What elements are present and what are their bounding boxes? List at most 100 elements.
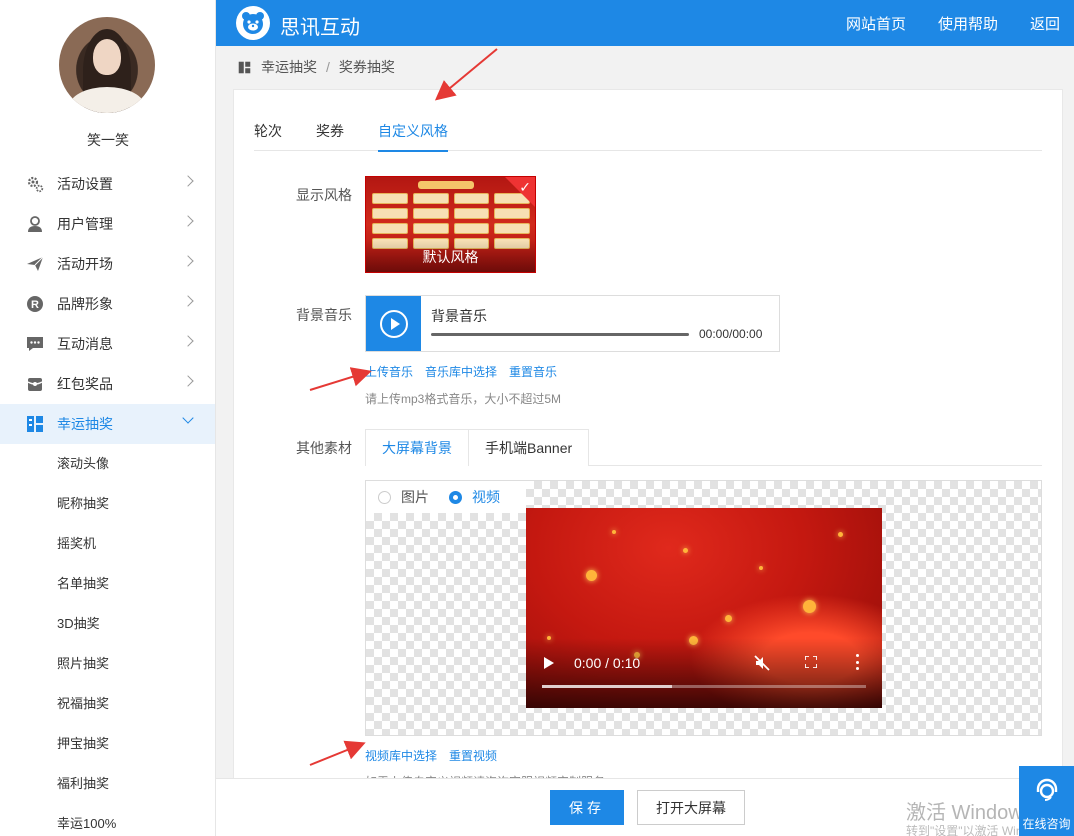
default-style-card[interactable]: 默认风格 ✓ — [365, 176, 536, 273]
open-big-screen-button[interactable]: 打开大屏幕 — [637, 790, 745, 825]
brand-name: 思讯互动 — [280, 17, 360, 39]
nav-home-link[interactable]: 网站首页 — [846, 13, 906, 34]
chevron-down-icon — [182, 412, 194, 424]
video-buffered — [542, 685, 672, 688]
registered-icon: R — [26, 295, 44, 313]
more-vertical-icon[interactable] — [856, 654, 860, 670]
chevron-right-icon — [182, 215, 194, 227]
submenu-item-photo-draw[interactable]: 照片抽奖 — [0, 644, 215, 684]
chevron-right-icon — [182, 295, 194, 307]
sidebar-item-label: 活动开场 — [57, 256, 113, 272]
top-nav: 网站首页 使用帮助 返回 — [814, 0, 1060, 46]
submenu-item-blessing-draw[interactable]: 祝福抽奖 — [0, 684, 215, 724]
tab-big-screen-bg[interactable]: 大屏幕背景 — [365, 429, 469, 466]
style-caption: 默认风格 — [366, 240, 535, 272]
display-style-label: 显示风格 — [296, 187, 352, 203]
lottery-icon — [238, 61, 251, 74]
radio-dot — [378, 490, 391, 504]
music-title: 背景音乐 — [431, 308, 487, 324]
sidebar-item-red-packet[interactable]: 红包奖品 — [0, 364, 215, 404]
breadcrumb: 幸运抽奖 / 奖券抽奖 — [238, 57, 395, 77]
sidebar-menu: 活动设置 用户管理 活动开场 R 品牌形象 互动消息 红包奖品 幸运抽奖 滚动头… — [0, 164, 215, 836]
nav-back-link[interactable]: 返回 — [1030, 13, 1060, 34]
submenu-item-lucky-100[interactable]: 幸运100% — [0, 804, 215, 836]
user-icon — [26, 215, 44, 233]
submenu-item-3d-draw[interactable]: 3D抽奖 — [0, 604, 215, 644]
radio-video[interactable]: 视频 — [449, 487, 500, 507]
video-progress-bar[interactable] — [542, 685, 866, 688]
reset-music-link[interactable]: 重置音乐 — [509, 363, 557, 380]
sidebar-item-label: 互动消息 — [57, 336, 113, 352]
avatar-shoulder — [69, 87, 145, 113]
paper-plane-icon — [26, 255, 44, 273]
check-icon: ✓ — [519, 179, 531, 195]
music-time: 00:00/00:00 — [699, 327, 763, 341]
submenu-item-welfare-draw[interactable]: 福利抽奖 — [0, 764, 215, 804]
submenu-item-bet-draw[interactable]: 押宝抽奖 — [0, 724, 215, 764]
radio-image[interactable]: 图片 — [378, 487, 429, 507]
upload-music-link[interactable]: 上传音乐 — [365, 363, 413, 380]
video-play-icon[interactable] — [544, 657, 554, 669]
chevron-right-icon — [182, 255, 194, 267]
sidebar-item-lucky-draw[interactable]: 幸运抽奖 — [0, 404, 215, 444]
tab-mobile-banner[interactable]: 手机端Banner — [468, 429, 590, 466]
chevron-right-icon — [182, 335, 194, 347]
radio-video-label: 视频 — [472, 489, 500, 505]
radio-dot — [449, 490, 462, 504]
activation-watermark: 激活 Windows — [906, 802, 1033, 824]
bear-logo-icon[interactable] — [236, 6, 270, 40]
main-panel: 轮次 奖券 自定义风格 显示风格 默认风格 ✓ 背景音乐 背景音乐 00:00/… — [233, 89, 1063, 836]
play-circle-icon — [379, 309, 408, 338]
submenu-item-nickname-draw[interactable]: 昵称抽奖 — [0, 484, 215, 524]
reset-video-link[interactable]: 重置视频 — [449, 747, 497, 764]
music-links: 上传音乐 音乐库中选择 重置音乐 — [365, 363, 569, 380]
music-play-button[interactable] — [366, 296, 421, 351]
fullscreen-icon[interactable] — [804, 655, 818, 669]
music-library-link[interactable]: 音乐库中选择 — [425, 363, 497, 380]
sidebar-item-messages[interactable]: 互动消息 — [0, 324, 215, 364]
sidebar-item-label: 红包奖品 — [57, 376, 113, 392]
video-library-link[interactable]: 视频库中选择 — [365, 747, 437, 764]
tab-custom-style[interactable]: 自定义风格 — [378, 110, 448, 152]
media-preview-area: 图片 视频 0:00 / 0:10 — [365, 480, 1042, 736]
sidebar-item-user-management[interactable]: 用户管理 — [0, 204, 215, 244]
video-player[interactable]: 0:00 / 0:10 — [526, 508, 882, 708]
chevron-right-icon — [182, 175, 194, 187]
breadcrumb-current: 奖券抽奖 — [338, 59, 395, 75]
online-consult-label: 在线咨询 — [1022, 817, 1071, 831]
online-consult-button[interactable]: 在线咨询 — [1019, 766, 1074, 836]
tab-tickets[interactable]: 奖券 — [316, 110, 344, 151]
svg-text:R: R — [31, 299, 39, 311]
video-links: 视频库中选择 重置视频 — [365, 747, 509, 764]
sidebar-item-label: 活动设置 — [57, 176, 113, 192]
tab-bar: 轮次 奖券 自定义风格 — [254, 110, 1042, 152]
sidebar-item-opening[interactable]: 活动开场 — [0, 244, 215, 284]
submenu-item-list-draw[interactable]: 名单抽奖 — [0, 564, 215, 604]
radio-image-label: 图片 — [401, 489, 429, 505]
sidebar-item-label: 品牌形象 — [57, 296, 113, 312]
music-progress-bar[interactable] — [431, 333, 689, 336]
media-type-radio-group: 图片 视频 — [366, 481, 526, 513]
breadcrumb-separator: / — [326, 59, 330, 75]
sidebar-item-activity-settings[interactable]: 活动设置 — [0, 164, 215, 204]
nav-help-link[interactable]: 使用帮助 — [938, 13, 998, 34]
breadcrumb-parent[interactable]: 幸运抽奖 — [261, 57, 317, 77]
tab-rounds[interactable]: 轮次 — [254, 110, 282, 151]
gears-icon — [26, 175, 44, 193]
sidebar-submenu: 滚动头像 昵称抽奖 摇奖机 名单抽奖 3D抽奖 照片抽奖 祝福抽奖 押宝抽奖 福… — [0, 444, 215, 836]
other-assets-label: 其他素材 — [296, 440, 352, 456]
save-button[interactable]: 保存 — [550, 790, 624, 825]
video-controls: 0:00 / 0:10 — [526, 650, 882, 676]
sidebar-item-brand[interactable]: R 品牌形象 — [0, 284, 215, 324]
style-preview-banner — [418, 181, 474, 189]
chat-bubble-icon — [26, 335, 44, 353]
mute-icon[interactable] — [754, 655, 770, 674]
top-bar: 思讯互动 网站首页 使用帮助 返回 — [216, 0, 1074, 46]
submenu-item-rolling-avatar[interactable]: 滚动头像 — [0, 444, 215, 484]
submenu-item-lottery-machine[interactable]: 摇奖机 — [0, 524, 215, 564]
avatar[interactable] — [59, 17, 155, 113]
sidebar-item-label: 幸运抽奖 — [57, 416, 113, 432]
gift-icon — [26, 375, 44, 393]
asset-tab-bar: 大屏幕背景 手机端Banner — [365, 429, 1042, 466]
username: 笑一笑 — [87, 132, 129, 148]
